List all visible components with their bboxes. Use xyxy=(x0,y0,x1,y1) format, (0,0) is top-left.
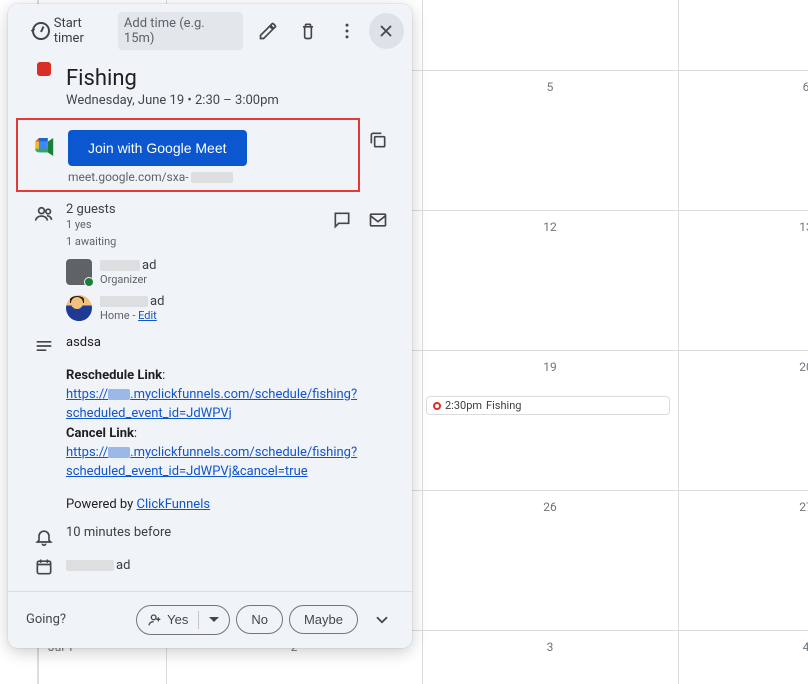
guest-meta: Home - Edit xyxy=(100,309,164,322)
rsvp-yes-badge xyxy=(84,277,94,287)
start-timer-button[interactable]: Start timer xyxy=(32,16,114,46)
trash-icon xyxy=(298,21,318,41)
email-guests-button[interactable] xyxy=(360,202,396,238)
day-6[interactable]: 6 xyxy=(678,80,808,94)
day-13[interactable]: 13 xyxy=(678,220,808,234)
reminder-text: 10 minutes before xyxy=(66,525,396,547)
guests-count: 2 guests xyxy=(66,202,324,217)
calendar-event-chip[interactable]: 2:30pm Fishing xyxy=(426,396,670,415)
event-title: Fishing xyxy=(66,60,396,91)
reschedule-link[interactable]: https://.myclickfunnels.com/schedule/fis… xyxy=(66,387,357,421)
guest-avatar xyxy=(66,295,92,321)
edit-button[interactable] xyxy=(251,13,286,49)
chat-bubble-icon xyxy=(332,210,352,230)
meet-url: meet.google.com/sxa- xyxy=(68,166,350,184)
event-chip-title: Fishing xyxy=(486,399,521,412)
clickfunnels-link[interactable]: ClickFunnels xyxy=(137,497,211,512)
guest-role: Organizer xyxy=(100,273,156,286)
calendar-origin: ad xyxy=(66,555,396,577)
close-icon xyxy=(377,22,395,40)
rsvp-yes-button[interactable]: Yes xyxy=(137,606,198,634)
day-4[interactable]: 4 xyxy=(678,640,808,654)
add-time-chip[interactable]: Add time (e.g. 15m) xyxy=(118,12,243,50)
people-icon xyxy=(34,204,54,224)
google-meet-icon xyxy=(35,138,57,156)
close-button[interactable] xyxy=(369,13,404,49)
rsvp-no-button[interactable]: No xyxy=(236,605,283,634)
meet-url-prefix: meet.google.com/sxa- xyxy=(68,170,189,184)
guests-yes: 1 yes xyxy=(66,217,324,234)
start-timer-label: Start timer xyxy=(54,16,114,46)
guest-row[interactable]: ad Home - Edit xyxy=(66,286,324,322)
caret-down-icon xyxy=(209,615,219,625)
day-12[interactable]: 12 xyxy=(422,220,678,234)
edit-home-link[interactable]: Edit xyxy=(138,309,157,322)
bell-icon xyxy=(34,527,54,547)
event-datetime: Wednesday, June 19 • 2:30 – 3:00pm xyxy=(66,91,396,108)
event-chip-time: 2:30pm xyxy=(445,399,482,412)
calendar-icon xyxy=(34,557,54,577)
stopwatch-icon xyxy=(32,22,50,40)
copy-icon xyxy=(368,130,388,150)
chevron-down-icon xyxy=(373,611,391,629)
event-dialog: Start timer Add time (e.g. 15m) Fishing … xyxy=(8,4,412,648)
event-color-swatch xyxy=(37,62,51,76)
guest-name: ad xyxy=(100,294,164,309)
day-27[interactable]: 27 xyxy=(678,500,808,514)
delete-button[interactable] xyxy=(290,13,325,49)
guest-name: ad xyxy=(100,258,156,273)
day-20[interactable]: 20 xyxy=(678,360,808,374)
day-5[interactable]: 5 xyxy=(422,80,678,94)
person-plus-icon xyxy=(147,612,163,628)
redacted xyxy=(191,172,233,183)
description-icon xyxy=(34,336,54,356)
rsvp-maybe-button[interactable]: Maybe xyxy=(289,605,358,634)
guests-awaiting: 1 awaiting xyxy=(66,234,324,251)
pencil-icon xyxy=(258,21,278,41)
google-meet-section-highlight: Join with Google Meet meet.google.com/sx… xyxy=(16,118,360,192)
chat-guests-button[interactable] xyxy=(324,202,360,238)
cancel-link[interactable]: https://.myclickfunnels.com/schedule/fis… xyxy=(66,445,357,479)
options-button[interactable] xyxy=(329,13,364,49)
dots-vertical-icon xyxy=(337,21,357,41)
rsvp-expand-button[interactable] xyxy=(364,602,400,638)
event-status-dot xyxy=(433,402,441,410)
copy-meet-link-button[interactable] xyxy=(360,122,396,158)
day-3[interactable]: 3 xyxy=(422,640,678,654)
rsvp-yes-split: Yes xyxy=(136,605,230,635)
day-19[interactable]: 19 xyxy=(422,360,678,374)
envelope-icon xyxy=(368,210,388,230)
rsvp-yes-dropdown[interactable] xyxy=(199,609,229,631)
rsvp-label: Going? xyxy=(20,612,66,627)
join-google-meet-button[interactable]: Join with Google Meet xyxy=(68,130,247,166)
guest-avatar xyxy=(66,259,92,285)
guest-row[interactable]: ad Organizer xyxy=(66,250,324,286)
day-26[interactable]: 26 xyxy=(422,500,678,514)
event-description: asdsa Reschedule Link: https://.myclickf… xyxy=(66,334,396,515)
